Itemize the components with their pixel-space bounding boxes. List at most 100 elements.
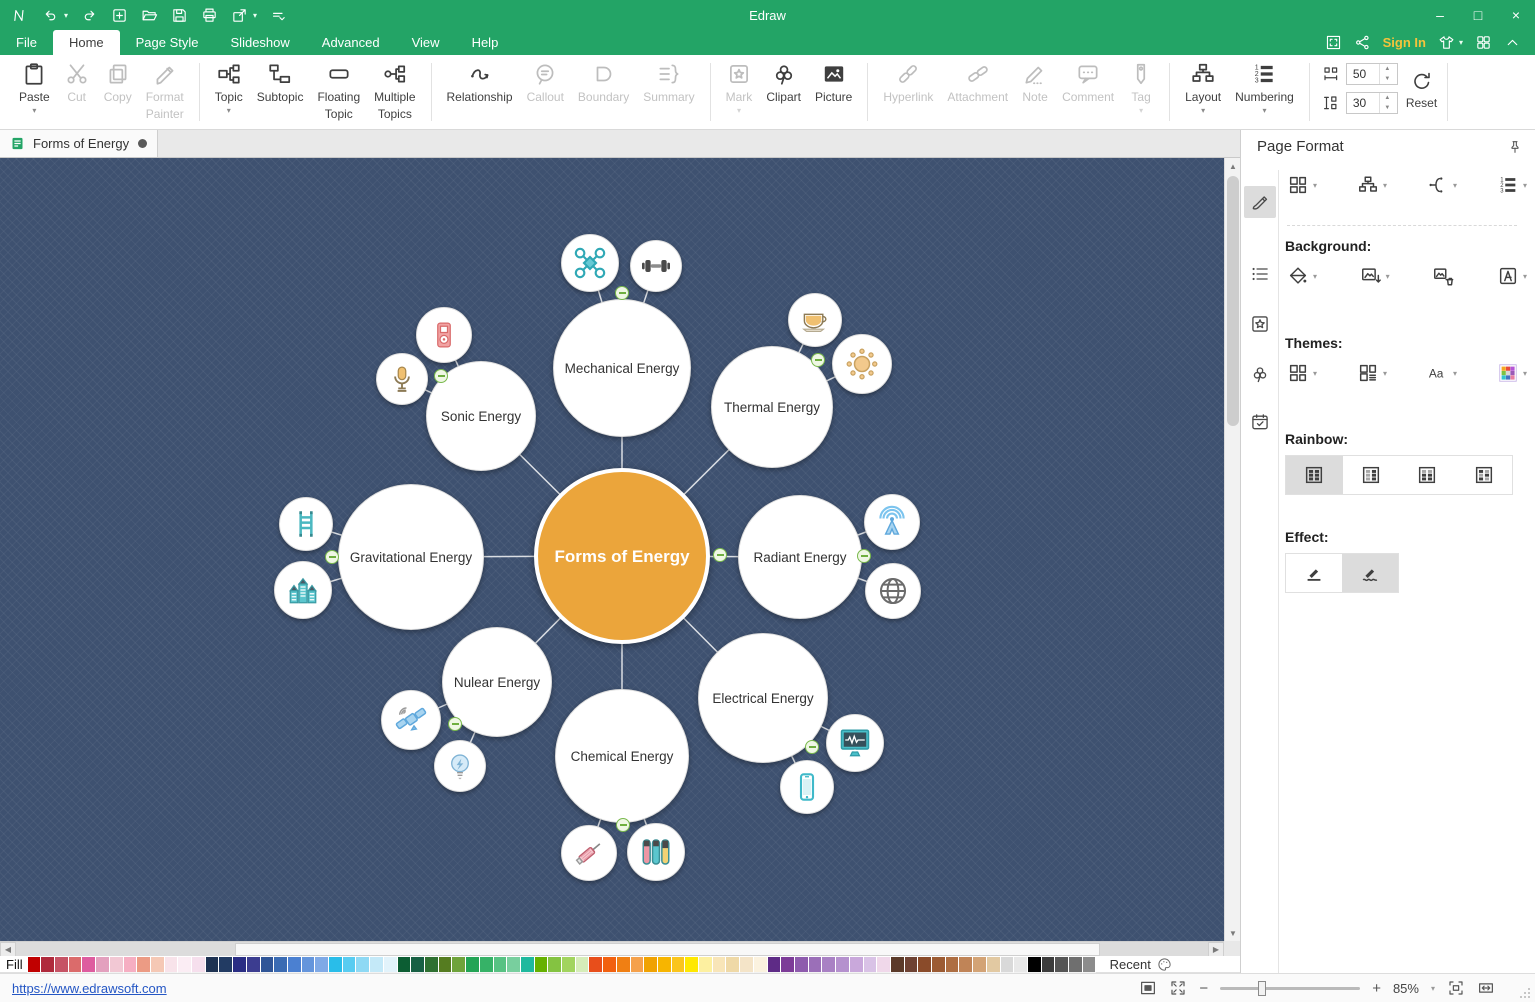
- color-swatch[interactable]: [521, 957, 534, 972]
- color-swatch[interactable]: [836, 957, 849, 972]
- scroll-right-arrow[interactable]: ▶: [1208, 942, 1224, 957]
- collapse-badge-chemical[interactable]: [616, 818, 630, 832]
- recent-colors[interactable]: Recent: [1110, 957, 1172, 972]
- theme-layouts-button[interactable]: ▾: [1357, 362, 1387, 384]
- color-swatch[interactable]: [439, 957, 452, 972]
- color-swatch[interactable]: [576, 957, 589, 972]
- color-swatch[interactable]: [55, 957, 68, 972]
- color-swatch[interactable]: [1069, 957, 1082, 972]
- color-swatch[interactable]: [932, 957, 945, 972]
- color-swatch[interactable]: [754, 957, 767, 972]
- collapse-badge-thermal[interactable]: [811, 353, 825, 367]
- color-swatch[interactable]: [96, 957, 109, 972]
- test-tubes-icon[interactable]: [627, 823, 685, 881]
- globe-icon[interactable]: [865, 563, 921, 619]
- topic-radiant-energy[interactable]: Radiant Energy: [738, 495, 862, 619]
- callout-button[interactable]: Callout: [520, 55, 571, 104]
- layout-button[interactable]: Layout▾: [1178, 55, 1228, 115]
- color-swatch[interactable]: [822, 957, 835, 972]
- themes-button[interactable]: ▾: [1287, 362, 1317, 384]
- color-swatch[interactable]: [425, 957, 438, 972]
- apps-grid-icon[interactable]: [1475, 34, 1492, 51]
- menu-slideshow[interactable]: Slideshow: [215, 30, 306, 55]
- h-spacing-up[interactable]: ▲: [1380, 64, 1395, 74]
- dumbbell-icon[interactable]: [630, 240, 682, 292]
- antenna-icon[interactable]: [864, 494, 920, 550]
- pin-icon[interactable]: [1507, 139, 1523, 155]
- color-swatch[interactable]: [1083, 957, 1096, 972]
- print-button[interactable]: [201, 7, 218, 24]
- task-panel-tab[interactable]: [1244, 406, 1276, 438]
- paste-button[interactable]: Paste▾: [12, 55, 57, 115]
- color-swatch[interactable]: [315, 957, 328, 972]
- color-swatch[interactable]: [178, 957, 191, 972]
- topic-button[interactable]: Topic▾: [208, 55, 250, 115]
- clipart-panel-tab[interactable]: [1244, 358, 1276, 390]
- mindmap-canvas[interactable]: Forms of Energy Mechanical Energy Therma…: [0, 158, 1224, 941]
- new-document-button[interactable]: [111, 7, 128, 24]
- mark-button[interactable]: Mark▾: [719, 55, 760, 115]
- format-painter-button[interactable]: Format Painter: [139, 55, 191, 121]
- syringe-icon[interactable]: [561, 825, 617, 881]
- close-button[interactable]: ×: [1497, 0, 1535, 30]
- edrawsoft-url-link[interactable]: https://www.edrawsoft.com: [0, 981, 167, 996]
- color-swatch[interactable]: [726, 957, 739, 972]
- zoom-slider[interactable]: [1220, 987, 1360, 990]
- maximize-button[interactable]: □: [1459, 0, 1497, 30]
- rainbow-option-2[interactable]: [1343, 456, 1400, 494]
- color-swatch[interactable]: [151, 957, 164, 972]
- color-swatch[interactable]: [781, 957, 794, 972]
- color-swatch[interactable]: [987, 957, 1000, 972]
- color-swatch[interactable]: [261, 957, 274, 972]
- color-swatch[interactable]: [1028, 957, 1041, 972]
- collapse-badge-gravitational[interactable]: [325, 550, 339, 564]
- watermark-button[interactable]: ▾: [1497, 265, 1527, 287]
- color-swatch[interactable]: [631, 957, 644, 972]
- color-swatch[interactable]: [288, 957, 301, 972]
- color-swatch[interactable]: [480, 957, 493, 972]
- drone-icon[interactable]: [561, 234, 619, 292]
- topic-mechanical-energy[interactable]: Mechanical Energy: [553, 299, 691, 437]
- redo-button[interactable]: [81, 7, 98, 24]
- reset-button[interactable]: Reset: [1406, 63, 1437, 110]
- color-swatch[interactable]: [562, 957, 575, 972]
- scroll-up-arrow[interactable]: ▲: [1225, 158, 1241, 174]
- customize-toolbar-button[interactable]: [270, 7, 287, 24]
- topic-gravitational-energy[interactable]: Gravitational Energy: [338, 484, 484, 630]
- sign-in-link[interactable]: Sign In: [1383, 35, 1426, 50]
- color-swatch[interactable]: [247, 957, 260, 972]
- color-swatch[interactable]: [795, 957, 808, 972]
- color-swatch[interactable]: [137, 957, 150, 972]
- color-swatch[interactable]: [274, 957, 287, 972]
- color-swatch[interactable]: [329, 957, 342, 972]
- color-swatch[interactable]: [685, 957, 698, 972]
- undo-caret[interactable]: ▾: [64, 11, 68, 20]
- vertical-scroll-thumb[interactable]: [1227, 176, 1239, 426]
- scroll-down-arrow[interactable]: ▼: [1225, 925, 1241, 941]
- color-swatch[interactable]: [28, 957, 41, 972]
- fit-width-icon[interactable]: [1477, 979, 1495, 997]
- open-button[interactable]: [141, 7, 158, 24]
- minimize-button[interactable]: –: [1421, 0, 1459, 30]
- color-swatch[interactable]: [219, 957, 232, 972]
- color-swatch[interactable]: [864, 957, 877, 972]
- copy-button[interactable]: Copy: [97, 55, 139, 104]
- cut-button[interactable]: Cut: [57, 55, 97, 104]
- boundary-button[interactable]: Boundary: [571, 55, 636, 104]
- smartphone-icon[interactable]: [780, 760, 834, 814]
- multiple-topics-button[interactable]: Multiple Topics: [367, 55, 422, 121]
- color-swatch[interactable]: [110, 957, 123, 972]
- export-button[interactable]: [231, 7, 248, 24]
- music-player-icon[interactable]: [416, 307, 472, 363]
- summary-button[interactable]: Summary: [636, 55, 701, 104]
- horizontal-scroll-thumb[interactable]: [235, 943, 1100, 956]
- monitor-ecg-icon[interactable]: [826, 714, 884, 772]
- color-swatch[interactable]: [1042, 957, 1055, 972]
- note-button[interactable]: Note: [1015, 55, 1055, 104]
- color-swatch[interactable]: [384, 957, 397, 972]
- color-swatch[interactable]: [82, 957, 95, 972]
- theme-fonts-button[interactable]: Aa▾: [1427, 362, 1457, 384]
- h-spacing-input[interactable]: [1347, 64, 1379, 84]
- tab-modified-dot[interactable]: [138, 139, 147, 148]
- color-swatch[interactable]: [192, 957, 205, 972]
